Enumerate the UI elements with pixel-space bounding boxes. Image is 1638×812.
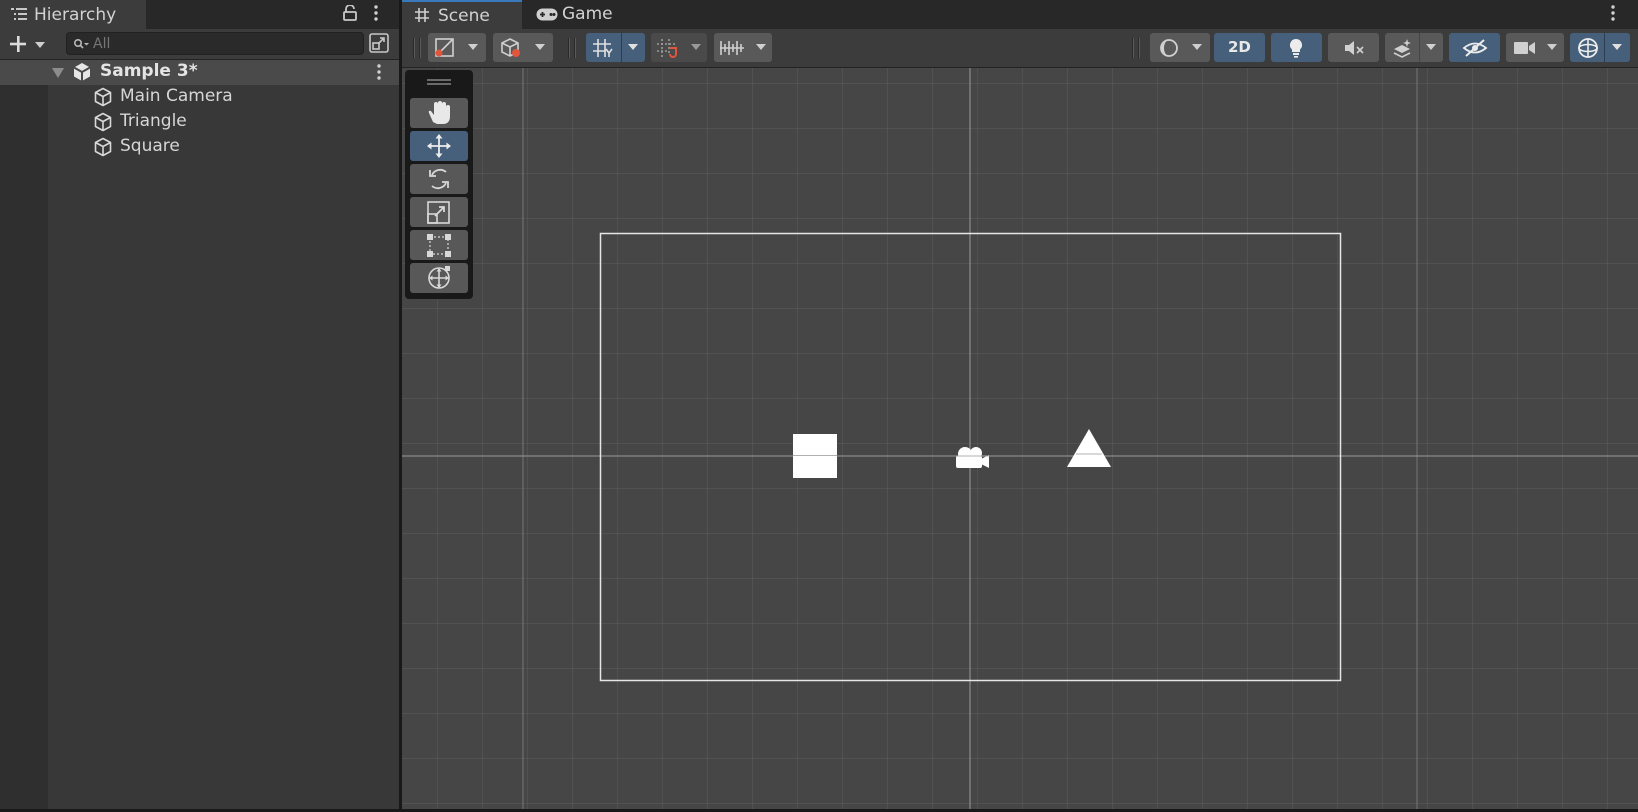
gizmo-sphere-icon: [1578, 38, 1598, 58]
hand-icon: [428, 101, 450, 124]
hierarchy-item-triangle[interactable]: Triangle: [48, 110, 399, 135]
audio-mute-icon: [1345, 41, 1364, 55]
chevron-down-icon: [535, 44, 545, 50]
lightbulb-icon: [1289, 38, 1303, 58]
pivot-handle-icon: [435, 38, 454, 57]
chevron-down-icon: [756, 44, 766, 50]
square-center-line: [793, 455, 837, 456]
chevron-down-icon: [1547, 44, 1557, 50]
chevron-down-icon: [1612, 44, 1622, 50]
search-icon: [73, 38, 89, 49]
grid-hash-icon: [415, 8, 429, 22]
scale-icon: [427, 201, 450, 224]
search-expand-icon[interactable]: [369, 33, 389, 53]
gameobject-cube-icon: [94, 137, 112, 157]
tool-rect-button[interactable]: [410, 230, 468, 260]
foldout-arrow-icon[interactable]: [52, 68, 64, 78]
toolbar-grip: [413, 38, 415, 58]
hierarchy-item-square[interactable]: Square: [48, 135, 399, 160]
tab-game-label: Game: [562, 4, 613, 24]
transform-icon: [428, 266, 450, 289]
camera-settings-button[interactable]: [1506, 33, 1564, 62]
tool-transform-button[interactable]: [410, 263, 468, 293]
ruler-icon: [720, 41, 744, 55]
tool-scale-button[interactable]: [410, 197, 468, 227]
grid-snap-button[interactable]: [651, 33, 707, 62]
scene-viewport[interactable]: [402, 68, 1638, 809]
effects-layers-icon: [1393, 39, 1411, 58]
hierarchy-item-main-camera[interactable]: Main Camera: [48, 85, 399, 110]
hierarchy-list-icon: [11, 8, 27, 20]
scene-object-triangle[interactable]: [1066, 428, 1112, 468]
chevron-down-icon: [691, 44, 701, 50]
hierarchy-gutter: [0, 60, 48, 812]
grid-visibility-button[interactable]: [586, 33, 645, 62]
scene-more-icon[interactable]: [1610, 4, 1616, 22]
chevron-down-icon: [628, 44, 638, 50]
tab-scene-label: Scene: [438, 6, 490, 26]
hierarchy-item-label: Square: [120, 136, 180, 156]
scene-visibility-button[interactable]: [1449, 33, 1500, 62]
tool-rotate-button[interactable]: [410, 164, 468, 194]
toggle-2d-label: 2D: [1228, 38, 1251, 56]
hierarchy-search[interactable]: [66, 32, 364, 55]
move-arrows-icon: [427, 134, 451, 158]
effects-toggle-button[interactable]: [1385, 33, 1443, 62]
grid-axis-icon: [593, 39, 613, 57]
create-add-button[interactable]: [6, 33, 50, 55]
shading-sphere-icon: [1160, 39, 1178, 57]
lighting-toggle-button[interactable]: [1271, 33, 1322, 62]
video-camera-icon: [1514, 42, 1535, 54]
tools-overlay: [405, 70, 473, 299]
lock-icon[interactable]: [343, 5, 357, 21]
search-input[interactable]: [93, 34, 353, 53]
plus-icon: [10, 36, 26, 52]
toolbar-grip: [568, 38, 570, 58]
camera-gizmo-icon[interactable]: [952, 444, 992, 472]
scene-gizmo-overlay: [402, 68, 1638, 809]
gamepad-icon: [536, 8, 558, 21]
chevron-down-icon: [1426, 44, 1436, 50]
toolbar-grip: [419, 38, 421, 58]
toolbar-grip: [574, 38, 576, 58]
chevron-down-icon: [468, 44, 478, 50]
chevron-down-icon: [1192, 44, 1202, 50]
scene-object-square[interactable]: [793, 434, 837, 478]
scene-more-icon[interactable]: [376, 63, 382, 81]
overlay-drag-handle[interactable]: [427, 79, 451, 85]
unity-scene-icon: [73, 63, 91, 81]
rect-transform-icon: [427, 234, 451, 257]
tool-move-button[interactable]: [410, 131, 468, 161]
toolbar-grip: [1132, 38, 1134, 58]
scene-name: Sample 3*: [100, 61, 198, 81]
gameobject-cube-icon: [94, 87, 112, 107]
global-local-icon: [501, 38, 520, 57]
gameobject-cube-icon: [94, 112, 112, 132]
tool-handle-position-button[interactable]: [428, 33, 486, 62]
chevron-down-icon: [35, 42, 45, 48]
rotate-icon: [429, 168, 449, 190]
hierarchy-body: [0, 60, 399, 812]
tab-hierarchy[interactable]: Hierarchy: [0, 0, 146, 29]
draw-mode-button[interactable]: [1150, 33, 1210, 62]
tool-handle-rotation-button[interactable]: [493, 33, 553, 62]
gizmos-button[interactable]: [1570, 33, 1630, 62]
increment-snap-button[interactable]: [714, 33, 772, 62]
eye-hidden-icon: [1462, 39, 1488, 57]
grid-snap-icon: [657, 39, 677, 58]
hierarchy-more-icon[interactable]: [373, 4, 379, 22]
scene-toolbar: 2D: [402, 29, 1638, 68]
scene-root-row[interactable]: Sample 3*: [0, 60, 399, 85]
toggle-2d-button[interactable]: 2D: [1214, 33, 1265, 62]
audio-toggle-button[interactable]: [1328, 33, 1379, 62]
hierarchy-item-label: Triangle: [120, 111, 187, 131]
hierarchy-item-label: Main Camera: [120, 86, 233, 106]
hierarchy-tab-label: Hierarchy: [34, 5, 117, 25]
tab-game[interactable]: Game: [524, 0, 624, 29]
tool-hand-button[interactable]: [410, 98, 468, 128]
toolbar-grip: [1138, 38, 1140, 58]
tab-scene[interactable]: Scene: [402, 0, 522, 29]
